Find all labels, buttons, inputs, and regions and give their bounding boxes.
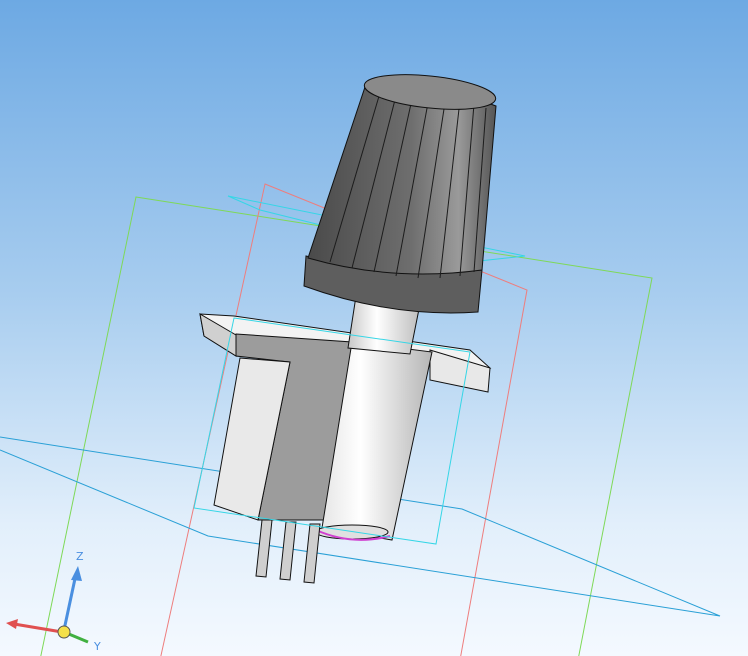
3d-viewport[interactable]: Z Y (0, 0, 748, 656)
z-axis-label: Z (76, 550, 84, 563)
terminal-pins[interactable] (255, 519, 321, 584)
y-axis-label: Y (93, 640, 101, 653)
z-axis-arrow (62, 573, 78, 631)
origin-icon (57, 625, 71, 639)
x-axis-arrow (13, 622, 63, 634)
ribbed-knob[interactable] (303, 69, 497, 314)
model-scene[interactable]: Z Y (0, 0, 748, 656)
axis-triad: Z Y (6, 550, 101, 653)
